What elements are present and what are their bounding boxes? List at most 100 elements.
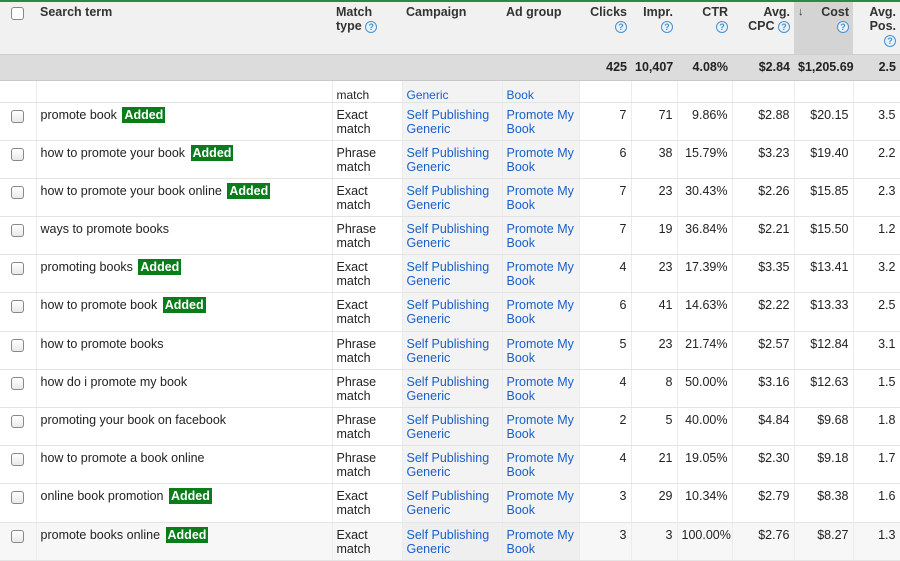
search-term-cell: promote books online Added [36,522,333,561]
impr-cell: 23 [631,254,678,294]
added-badge: Added [168,488,212,505]
avg-pos-cell: 1.8 [853,407,900,447]
search-terms-table: Search term Match type ? Campaign Ad gro… [0,0,900,561]
row-checkbox[interactable] [11,185,24,199]
row-checkbox[interactable] [11,224,24,238]
cost-cell: $9.68 [794,407,854,447]
ad-group-link[interactable]: Promote My Book [507,146,574,174]
ad-group-link[interactable]: Promote My Book [507,337,574,365]
avg-cpc-cell: $2.21 [732,216,795,256]
clicks-cell: 3 [579,522,632,561]
impr-cell: 8 [631,369,678,409]
row-checkbox[interactable] [11,300,24,314]
column-header-clicks[interactable]: Clicks? [579,0,631,55]
cost-cell: $9.18 [794,445,854,485]
search-term-cell: how to promote a book online [36,445,333,485]
help-icon[interactable]: ? [365,20,378,33]
help-icon[interactable]: ? [778,20,790,33]
match-type-cell: Exact match [332,292,403,332]
campaign-link[interactable]: Self Publishing Generic [407,451,490,479]
avg-cpc-cell: $2.88 [732,102,795,141]
column-header-search-term[interactable]: Search term [36,0,332,55]
search-term-cell: how to promote your book online Added [36,178,333,218]
help-icon[interactable]: ? [661,20,673,33]
select-all-checkbox[interactable] [11,7,24,20]
match-type-cell: Exact match [332,522,403,561]
ad-group-link[interactable]: Promote My Book [507,108,574,136]
row-checkbox[interactable] [11,262,24,276]
campaign-link[interactable]: Self Publishing Generic [407,108,490,136]
campaign-link[interactable]: Self Publishing Generic [407,260,490,288]
campaign-link[interactable]: Self Publishing Generic [407,184,490,212]
sort-descending-icon: ↓ [798,6,804,18]
column-header-ctr[interactable]: CTR? [677,0,732,55]
campaign-link[interactable]: Self Publishing Generic [407,528,490,556]
row-checkbox[interactable] [11,491,24,505]
ad-group-link[interactable]: Promote My Book [507,298,574,326]
help-icon[interactable]: ? [837,20,849,33]
column-header-ad-group[interactable]: Ad group [502,0,579,55]
help-icon[interactable]: ? [615,20,627,33]
search-term: promote book [40,107,117,122]
cost-cell: $15.85 [794,178,854,218]
header-row: Search term Match type ? Campaign Ad gro… [0,0,900,55]
ad-group-link[interactable]: Promote My Book [507,375,574,403]
campaign-link[interactable]: Self Publishing Generic [407,489,490,517]
total-avg-cpc: $2.84 [732,54,794,81]
cost-cell: $8.27 [794,522,854,561]
table-row: how to promote your book online Added Exa… [0,178,900,218]
clicks-cell: 6 [579,140,632,179]
avg-pos-cell: 3.2 [853,254,900,294]
ad-group-link[interactable]: Promote My Book [507,413,574,441]
help-icon[interactable]: ? [716,20,728,33]
row-checkbox[interactable] [11,109,24,123]
search-term: how to promote your book online [40,183,222,198]
table-row: how to promote book Added Exact match Self… [0,292,900,332]
match-type-cell: Phrase match [332,331,403,370]
column-header-avg-cpc[interactable]: Avg. CPC ? [732,0,794,55]
ad-group-link[interactable]: Promote My Book [507,260,574,288]
column-header-avg-pos[interactable]: Avg. Pos.? [853,0,900,55]
row-checkbox[interactable] [11,338,24,352]
ad-group-link[interactable]: Promote My Book [507,451,574,479]
avg-pos-cell: 2.3 [853,178,900,218]
search-term-cell: promote book Added [36,102,333,141]
row-checkbox[interactable] [11,415,24,428]
campaign-link[interactable]: Self Publishing Generic [407,375,490,403]
row-checkbox[interactable] [11,147,24,161]
ad-group-link[interactable]: Promote My Book [507,184,574,212]
campaign-link[interactable]: Self Publishing Generic [407,413,490,441]
column-header-impr[interactable]: Impr.? [631,0,677,55]
avg-pos-cell: 1.5 [853,369,900,409]
match-type-cell: Exact match [332,178,403,218]
table-row: promoting books Added Exact match Self Pub… [0,254,900,294]
column-header-campaign[interactable]: Campaign [402,0,502,55]
row-checkbox[interactable] [11,453,24,467]
row-checkbox[interactable] [11,376,24,390]
column-header-cost[interactable]: ↓ Cost? [794,0,853,55]
help-icon[interactable]: ? [884,34,896,47]
added-badge: Added [122,106,166,123]
campaign-link[interactable]: Generic [407,88,449,102]
ctr-cell: 100.00% [677,522,733,561]
campaign-link[interactable]: Self Publishing Generic [407,146,490,174]
ad-group-link[interactable]: Book [507,88,534,102]
cost-cell: $13.33 [794,292,854,332]
ad-group-link[interactable]: Promote My Book [507,222,574,250]
ad-group-link[interactable]: Promote My Book [507,489,574,517]
clicks-cell: 7 [579,178,632,218]
search-term-cell: how to promote your book Added [36,140,333,179]
ctr-cell: 9.86% [677,102,733,141]
ad-group-link[interactable]: Promote My Book [507,528,574,556]
clicks-cell: 6 [579,292,632,332]
table-row: how to promote your book Added Phrase mat… [0,140,900,179]
search-term-cell: online book promotion Added [36,483,333,523]
campaign-link[interactable]: Self Publishing Generic [407,337,490,365]
campaign-link[interactable]: Self Publishing Generic [407,222,490,250]
campaign-link[interactable]: Self Publishing Generic [407,298,490,326]
search-term-cell: how to promote books [36,331,333,370]
search-term: how to promote a book online [40,451,205,466]
row-checkbox[interactable] [11,529,24,543]
table-row: how to promote books Phrase match Self Pub… [0,331,900,370]
column-header-match-type[interactable]: Match type ? [332,0,402,55]
